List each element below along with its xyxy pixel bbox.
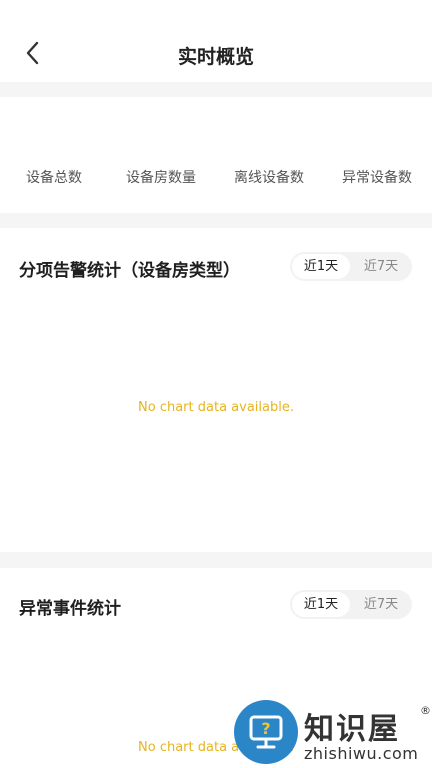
alarm-period-7days[interactable]: 近7天 bbox=[352, 254, 410, 279]
monitor-question-icon: ? bbox=[249, 715, 283, 749]
stat-label-device-room-count: 设备房数量 bbox=[126, 170, 196, 186]
top-bar: 实时概览 bbox=[0, 0, 432, 82]
event-period-toggle: 近1天 近7天 bbox=[290, 590, 412, 619]
stat-label-abnormal-devices: 异常设备数 bbox=[342, 170, 412, 186]
alarm-stats-card: 分项告警统计（设备房类型） 近1天 近7天 No chart data avai… bbox=[0, 228, 432, 552]
watermark-brand: 知识屋 bbox=[304, 712, 400, 747]
event-stats-title: 异常事件统计 bbox=[19, 599, 121, 619]
svg-text:?: ? bbox=[261, 719, 270, 738]
stats-summary: 设备总数 设备房数量 离线设备数 异常设备数 bbox=[0, 97, 432, 213]
realtime-overview-page: 实时概览 设备总数 设备房数量 离线设备数 异常设备数 分项告警统计（设备房类型… bbox=[0, 0, 432, 768]
watermark-circle: ? bbox=[234, 700, 298, 764]
page-title: 实时概览 bbox=[177, 46, 254, 68]
section-divider bbox=[0, 552, 432, 568]
watermark-domain: zhishiwu.com bbox=[304, 744, 419, 763]
event-period-7days[interactable]: 近7天 bbox=[352, 592, 410, 617]
stat-label-device-total: 设备总数 bbox=[26, 170, 82, 186]
alarm-period-1day[interactable]: 近1天 bbox=[292, 254, 350, 279]
event-period-1day[interactable]: 近1天 bbox=[292, 592, 350, 617]
stat-label-offline-devices: 离线设备数 bbox=[234, 170, 304, 186]
watermark-registered-mark: ® bbox=[420, 704, 431, 717]
section-divider bbox=[0, 213, 432, 228]
section-divider bbox=[0, 82, 432, 97]
alarm-chart-empty-message: No chart data available. bbox=[138, 400, 294, 415]
alarm-period-toggle: 近1天 近7天 bbox=[290, 252, 412, 281]
watermark-logo: ? 知识屋 ® zhishiwu.com bbox=[232, 700, 432, 768]
alarm-stats-title: 分项告警统计（设备房类型） bbox=[19, 261, 240, 281]
